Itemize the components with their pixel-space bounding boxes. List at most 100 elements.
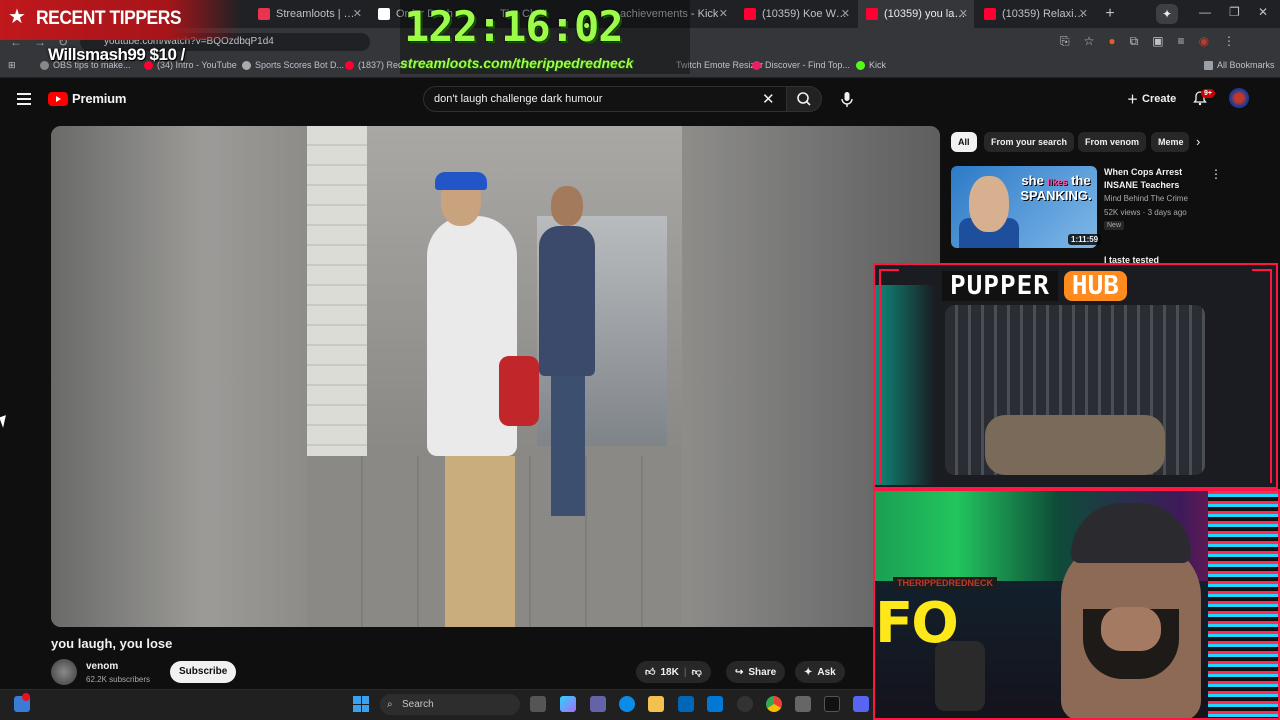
close-icon[interactable]: ✕ bbox=[1079, 7, 1088, 20]
duration-badge: 1:11:59 bbox=[1068, 234, 1102, 245]
person-background bbox=[539, 186, 599, 526]
chrome-icon[interactable] bbox=[766, 696, 782, 712]
youtube-favicon bbox=[984, 8, 996, 20]
youtube-premium-logo[interactable]: Premium bbox=[48, 91, 126, 106]
clear-search-icon[interactable]: ✕ bbox=[762, 90, 775, 108]
thumbs-up-icon: 👍︎ bbox=[645, 667, 656, 678]
notification-dot bbox=[22, 693, 30, 701]
bookmark-star-icon[interactable]: ☆ bbox=[1084, 34, 1095, 49]
channel-avatar[interactable] bbox=[51, 659, 77, 685]
start-button[interactable] bbox=[353, 696, 369, 712]
close-icon[interactable]: ✕ bbox=[841, 7, 850, 20]
sparkle-icon: ✦ bbox=[804, 666, 813, 678]
outlook-icon[interactable] bbox=[707, 696, 723, 712]
search-icon: ⌕ bbox=[387, 699, 393, 710]
close-icon[interactable]: ✕ bbox=[959, 7, 968, 20]
all-bookmarks[interactable]: All Bookmarks bbox=[1204, 60, 1275, 70]
youtube-play-icon bbox=[48, 91, 68, 106]
terminal-icon[interactable] bbox=[824, 696, 840, 712]
video-player[interactable] bbox=[51, 126, 940, 627]
tab-relaxing-car[interactable]: (10359) Relaxing Car ✕ bbox=[976, 0, 1094, 28]
extensions-puzzle-icon[interactable]: ⧉ bbox=[1130, 34, 1139, 49]
bookmark-kick[interactable]: Kick bbox=[856, 60, 886, 70]
pupper-hub-logo: PUPPER HUB bbox=[942, 268, 1127, 304]
dog-bed bbox=[985, 415, 1165, 475]
create-button[interactable]: ＋ Create bbox=[1119, 88, 1184, 110]
screen: Streamloots | Therip ✕ Order Dash The Ch… bbox=[0, 0, 1280, 720]
thumbnail-text: she likes the SPANKING. bbox=[1020, 173, 1092, 203]
obs-icon[interactable] bbox=[737, 696, 753, 712]
edge-icon[interactable] bbox=[619, 696, 635, 712]
video-blur-left bbox=[51, 126, 307, 627]
chevron-right-icon[interactable]: › bbox=[1196, 134, 1200, 149]
teams-icon[interactable] bbox=[590, 696, 606, 712]
microphone-icon[interactable] bbox=[838, 90, 856, 108]
maximize-icon[interactable]: ❐ bbox=[1229, 5, 1240, 19]
new-badge: New bbox=[1104, 221, 1125, 230]
window-close-icon[interactable]: ✕ bbox=[1258, 5, 1268, 19]
tab-streamloots[interactable]: Streamloots | Therip ✕ bbox=[250, 0, 368, 28]
copilot-icon[interactable] bbox=[560, 696, 576, 712]
new-tab-button[interactable]: + bbox=[1100, 4, 1120, 24]
media-icon[interactable]: ≡ bbox=[1178, 34, 1185, 49]
toolbar-icons: ⎘ ☆ ● ⧉ ▣ ≡ ◉ ⋮ bbox=[1060, 34, 1235, 49]
recent-tippers-banner: ★ RECENT TIPPERS bbox=[0, 0, 240, 40]
order-favicon bbox=[378, 8, 390, 20]
account-avatar[interactable] bbox=[1229, 88, 1249, 108]
plus-icon: ＋ bbox=[1127, 94, 1138, 106]
youtube-favicon bbox=[744, 8, 756, 20]
channel-name[interactable]: venom bbox=[86, 661, 118, 672]
app-icon[interactable] bbox=[795, 696, 811, 712]
sidepanel-icon[interactable]: ▣ bbox=[1152, 34, 1163, 49]
chip-all[interactable]: All bbox=[951, 132, 977, 152]
bookmark-sports-scores[interactable]: Sports Scores Bot D... bbox=[242, 60, 344, 70]
profile-icon[interactable]: ◉ bbox=[1199, 34, 1209, 49]
task-view-icon[interactable] bbox=[530, 696, 546, 712]
search-icon bbox=[797, 92, 811, 106]
search-input[interactable]: don't laugh challenge dark humour bbox=[423, 86, 787, 112]
suggestion-meta: 52K views · 3 days ago bbox=[1104, 208, 1187, 217]
thumbs-down-icon[interactable]: 👎︎ bbox=[692, 666, 702, 678]
menu-kebab-icon[interactable]: ⋮ bbox=[1223, 34, 1235, 49]
subscriber-count: 62.2K subscribers bbox=[86, 675, 151, 684]
streamer-microphone bbox=[935, 641, 985, 711]
streamloots-favicon bbox=[258, 8, 270, 20]
extension-icon[interactable]: ● bbox=[1108, 34, 1115, 49]
store-icon[interactable] bbox=[678, 696, 694, 712]
tab-you-laugh[interactable]: (10359) you laug ✕ bbox=[858, 0, 974, 28]
gemini-icon[interactable]: ✦ bbox=[1156, 4, 1178, 24]
mouse-cursor-icon bbox=[0, 415, 10, 428]
discord-icon[interactable] bbox=[853, 696, 869, 712]
like-button[interactable]: 👍︎ 18K | 👎︎ bbox=[636, 661, 711, 683]
chip-meme[interactable]: Meme bbox=[1151, 132, 1189, 152]
subathon-timer: 122:16:02 bbox=[404, 2, 624, 51]
bookmark-discover[interactable]: Discover - Find Top... bbox=[752, 60, 850, 70]
share-button[interactable]: ↪ Share bbox=[726, 661, 786, 683]
ask-button[interactable]: ✦ Ask bbox=[795, 661, 845, 683]
taskbar-search[interactable]: ⌕ Search bbox=[380, 694, 520, 715]
tipper-ticker: Willsmash99 $10 / bbox=[48, 45, 185, 64]
chip-from-venom[interactable]: From venom bbox=[1078, 132, 1147, 152]
star-icon: ★ bbox=[8, 6, 26, 28]
notification-count-badge: 9+ bbox=[1201, 89, 1215, 98]
video-frame bbox=[307, 126, 683, 627]
minimize-icon[interactable]: — bbox=[1199, 5, 1211, 19]
suggestion-channel[interactable]: Mind Behind The Crime bbox=[1104, 194, 1188, 203]
youtube-favicon bbox=[866, 8, 878, 20]
tab-koe-wetzel[interactable]: (10359) Koe Wetzel ✕ bbox=[736, 0, 856, 28]
close-icon[interactable]: ✕ bbox=[353, 7, 362, 20]
hamburger-menu-icon[interactable] bbox=[17, 93, 31, 105]
chip-from-your-search[interactable]: From your search bbox=[984, 132, 1075, 152]
share-icon: ↪ bbox=[735, 666, 744, 678]
more-options-icon[interactable]: ⋮ bbox=[1210, 167, 1222, 181]
streamer-facecam: THERIPPEDREDNECK FO bbox=[873, 489, 1280, 720]
streamloots-url: streamloots.com/therippedredneck bbox=[400, 55, 634, 71]
facecam-banner: THERIPPEDREDNECK bbox=[893, 577, 998, 589]
suggestion-title[interactable]: When Cops Arrest INSANE Teachers bbox=[1104, 166, 1204, 192]
apps-icon[interactable]: ⊞ bbox=[8, 60, 16, 71]
close-icon[interactable]: ✕ bbox=[719, 7, 728, 20]
cast-icon[interactable]: ⎘ bbox=[1060, 34, 1070, 49]
file-explorer-icon[interactable] bbox=[648, 696, 664, 712]
search-button[interactable] bbox=[786, 86, 822, 112]
subscribe-button[interactable]: Subscribe bbox=[170, 661, 237, 683]
